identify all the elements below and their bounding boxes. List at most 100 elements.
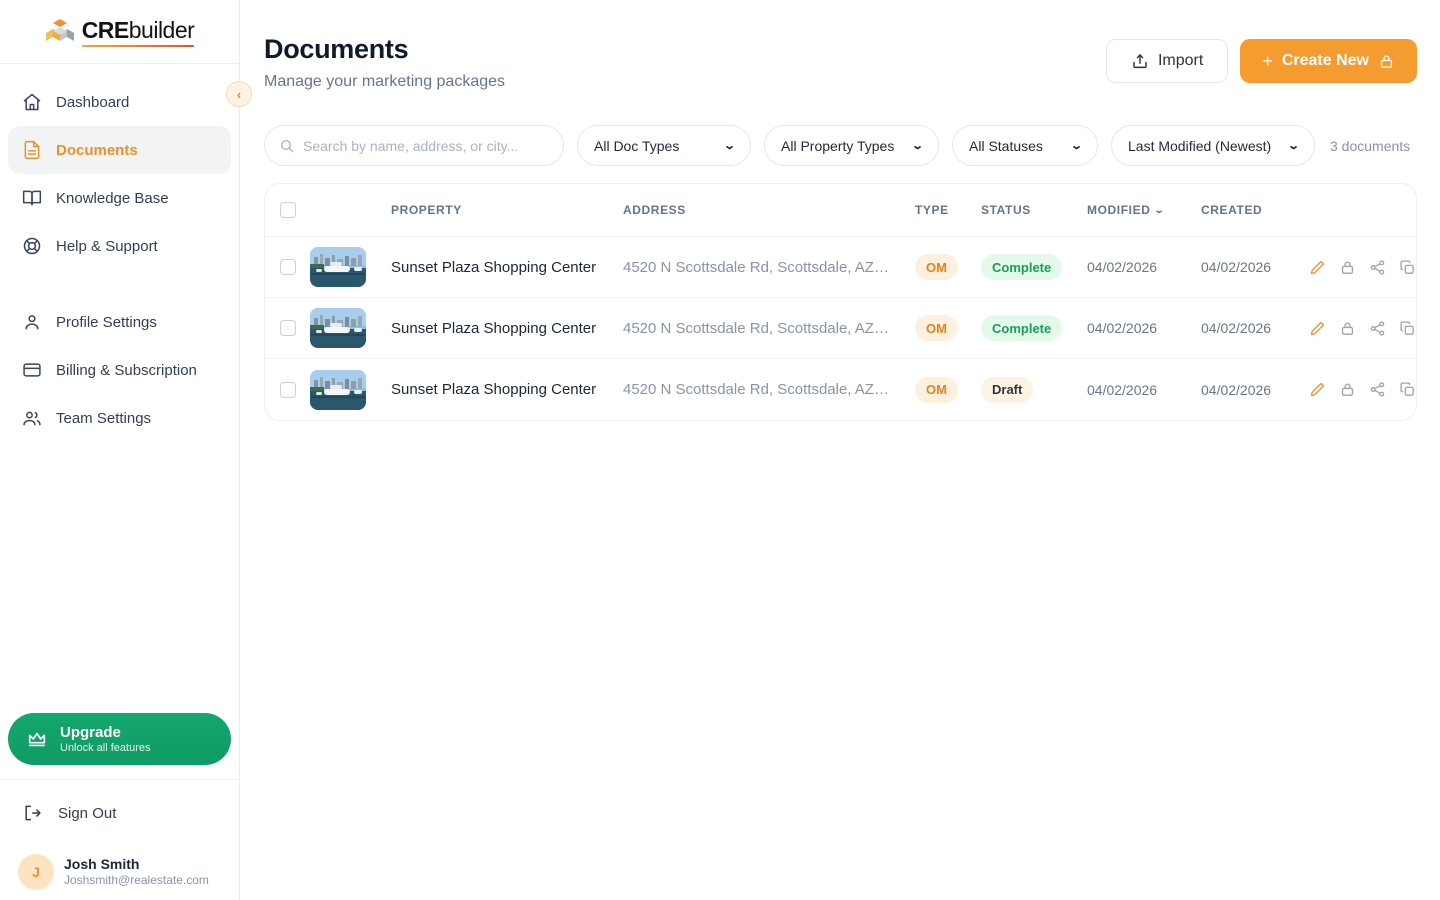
- lock-icon: [1378, 53, 1395, 70]
- property-address: 4520 N Scottsdale Rd, Scottsdale, AZ…: [623, 381, 915, 398]
- property-name: Sunset Plaza Shopping Center: [391, 381, 623, 398]
- sidebar-item-label: Documents: [56, 142, 138, 159]
- created-date: 04/02/2026: [1201, 320, 1301, 336]
- sort-value: Last Modified (Newest): [1128, 138, 1271, 154]
- upload-icon: [1131, 52, 1149, 70]
- sidebar-nav: Dashboard Documents Knowledge Base Help …: [0, 64, 239, 442]
- import-label: Import: [1158, 52, 1203, 70]
- modified-date: 04/02/2026: [1087, 320, 1201, 336]
- edit-icon[interactable]: [1309, 381, 1326, 398]
- book-icon: [22, 188, 42, 208]
- copy-icon[interactable]: [1399, 320, 1416, 337]
- sidebar-item-profile-settings[interactable]: Profile Settings: [8, 298, 231, 346]
- copy-icon[interactable]: [1399, 259, 1416, 276]
- doc-type-select[interactable]: All Doc Types ⌄: [577, 125, 751, 166]
- column-header-address: ADDRESS: [623, 203, 915, 217]
- users-icon: [22, 408, 42, 428]
- table-row[interactable]: Sunset Plaza Shopping Center 4520 N Scot…: [265, 298, 1416, 359]
- document-icon: [22, 140, 42, 160]
- sidebar-item-help-support[interactable]: Help & Support: [8, 222, 231, 270]
- sidebar-item-dashboard[interactable]: Dashboard: [8, 78, 231, 126]
- sidebar-item-documents[interactable]: Documents: [8, 126, 231, 174]
- create-new-button[interactable]: + Create New: [1240, 39, 1417, 83]
- user-profile[interactable]: J Josh Smith Joshsmith@realestate.com: [8, 836, 231, 900]
- brand-logo[interactable]: CREbuilder: [0, 0, 239, 64]
- search-icon: [279, 138, 295, 154]
- page-subtitle: Manage your marketing packages: [264, 73, 505, 91]
- documents-table: PROPERTY ADDRESS TYPE STATUS MODIFIED ⌄ …: [264, 183, 1417, 421]
- doc-type-badge: OM: [915, 377, 958, 403]
- sign-out-button[interactable]: Sign Out: [8, 790, 231, 836]
- user-icon: [22, 312, 42, 332]
- row-checkbox[interactable]: [280, 259, 296, 275]
- property-name: Sunset Plaza Shopping Center: [391, 320, 623, 337]
- sort-chevron-icon: ⌄: [1154, 205, 1166, 216]
- lock-icon[interactable]: [1339, 259, 1356, 276]
- status-value: All Statuses: [969, 138, 1043, 154]
- property-type-select[interactable]: All Property Types ⌄: [764, 125, 939, 166]
- row-checkbox[interactable]: [280, 382, 296, 398]
- property-thumbnail: [310, 247, 366, 287]
- chevron-down-icon: ⌄: [723, 139, 736, 152]
- crown-icon: [26, 728, 48, 750]
- modified-date: 04/02/2026: [1087, 382, 1201, 398]
- sidebar-item-label: Help & Support: [56, 238, 158, 255]
- import-button[interactable]: Import: [1106, 39, 1228, 83]
- table-row[interactable]: Sunset Plaza Shopping Center 4520 N Scot…: [265, 359, 1416, 420]
- lock-icon[interactable]: [1339, 381, 1356, 398]
- table-header-row: PROPERTY ADDRESS TYPE STATUS MODIFIED ⌄ …: [265, 184, 1416, 237]
- sidebar-item-label: Profile Settings: [56, 314, 157, 331]
- brand-cubes-icon: [45, 17, 75, 47]
- sidebar-item-label: Team Settings: [56, 410, 151, 427]
- share-icon[interactable]: [1369, 381, 1386, 398]
- edit-icon[interactable]: [1309, 259, 1326, 276]
- main-content: Documents Manage your marketing packages…: [240, 0, 1440, 900]
- sidebar-item-knowledge-base[interactable]: Knowledge Base: [8, 174, 231, 222]
- page-title: Documents: [264, 34, 505, 65]
- lock-icon[interactable]: [1339, 320, 1356, 337]
- sort-select[interactable]: Last Modified (Newest) ⌄: [1111, 125, 1315, 166]
- property-thumbnail: [310, 308, 366, 348]
- select-all-checkbox[interactable]: [280, 202, 296, 218]
- search-input[interactable]: [303, 138, 549, 154]
- document-count: 3 documents: [1330, 138, 1410, 154]
- property-address: 4520 N Scottsdale Rd, Scottsdale, AZ…: [623, 259, 915, 276]
- sidebar-item-billing[interactable]: Billing & Subscription: [8, 346, 231, 394]
- user-name: Josh Smith: [64, 856, 209, 873]
- chevron-down-icon: ⌄: [1070, 139, 1083, 152]
- created-date: 04/02/2026: [1201, 382, 1301, 398]
- status-select[interactable]: All Statuses ⌄: [952, 125, 1098, 166]
- property-type-value: All Property Types: [781, 138, 894, 154]
- avatar: J: [18, 854, 54, 890]
- create-new-label: Create New: [1282, 52, 1369, 70]
- share-icon[interactable]: [1369, 320, 1386, 337]
- edit-icon[interactable]: [1309, 320, 1326, 337]
- table-row[interactable]: Sunset Plaza Shopping Center 4520 N Scot…: [265, 237, 1416, 298]
- column-header-status: STATUS: [981, 203, 1087, 217]
- sidebar-item-label: Billing & Subscription: [56, 362, 197, 379]
- plus-icon: +: [1262, 51, 1273, 72]
- chevron-down-icon: ⌄: [911, 139, 924, 152]
- sidebar-item-label: Knowledge Base: [56, 190, 169, 207]
- row-checkbox[interactable]: [280, 320, 296, 336]
- sidebar-collapse-button[interactable]: ‹: [226, 81, 252, 107]
- doc-type-value: All Doc Types: [594, 138, 679, 154]
- sidebar-item-label: Dashboard: [56, 94, 129, 111]
- status-badge: Complete: [981, 315, 1062, 341]
- copy-icon[interactable]: [1399, 381, 1416, 398]
- status-badge: Complete: [981, 254, 1062, 280]
- life-ring-icon: [22, 236, 42, 256]
- doc-type-badge: OM: [915, 315, 958, 341]
- modified-date: 04/02/2026: [1087, 259, 1201, 275]
- created-date: 04/02/2026: [1201, 259, 1301, 275]
- column-header-modified[interactable]: MODIFIED ⌄: [1087, 203, 1201, 217]
- upgrade-button[interactable]: Upgrade Unlock all features: [8, 713, 231, 765]
- column-header-created: CREATED: [1201, 203, 1301, 217]
- upgrade-title: Upgrade: [60, 724, 151, 742]
- property-address: 4520 N Scottsdale Rd, Scottsdale, AZ…: [623, 320, 915, 337]
- chevron-down-icon: ⌄: [1287, 139, 1300, 152]
- sidebar-item-team-settings[interactable]: Team Settings: [8, 394, 231, 442]
- column-header-property: PROPERTY: [391, 203, 623, 217]
- search-box: [264, 125, 564, 166]
- share-icon[interactable]: [1369, 259, 1386, 276]
